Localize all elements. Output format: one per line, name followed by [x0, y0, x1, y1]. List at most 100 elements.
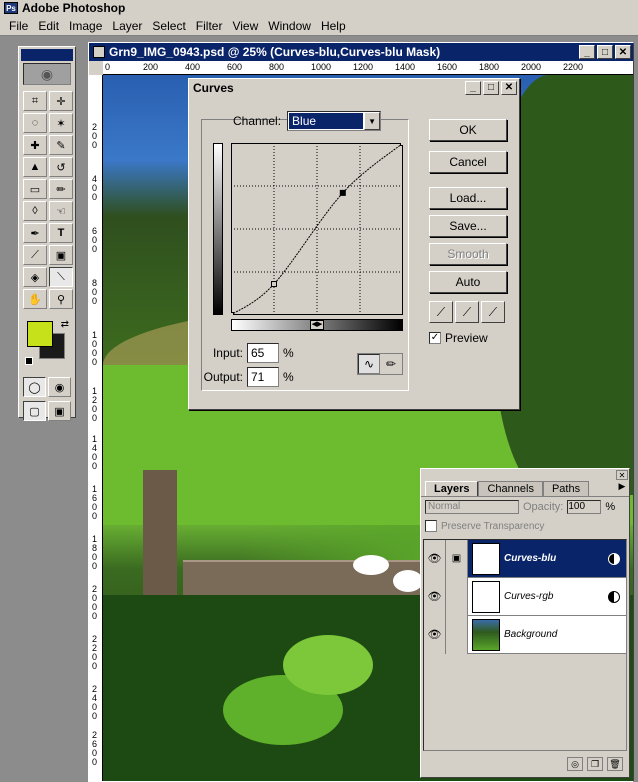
move-icon[interactable]: ✛	[49, 91, 73, 111]
add-mask-icon[interactable]: ◎	[567, 757, 583, 771]
standard-mode-icon[interactable]: ◯	[23, 377, 46, 397]
pen-icon[interactable]: ✒	[23, 223, 47, 243]
history-brush-icon[interactable]: ↺	[49, 157, 73, 177]
layer-row-background[interactable]: 👁 Background	[424, 615, 626, 654]
white-point-eyedropper-icon[interactable]: ⟋	[481, 301, 505, 323]
output-row: Output: 71 %	[201, 367, 294, 387]
type-icon[interactable]: T	[49, 223, 73, 243]
layer-row-curves-blu[interactable]: 👁 ▣ Curves-blu	[424, 539, 626, 578]
eye-logo-icon[interactable]: ◉	[23, 63, 71, 85]
adjustment-layer-icon	[608, 590, 620, 603]
eyedropper-group: ⟋ ⟋ ⟋	[429, 301, 505, 323]
layer-row-curves-rgb[interactable]: 👁 Curves-rgb	[424, 577, 626, 616]
lasso-icon[interactable]: ◌	[23, 113, 47, 133]
eye-icon[interactable]: 👁	[424, 539, 446, 578]
crop-icon[interactable]: ⌗	[23, 91, 47, 111]
preserve-transparency[interactable]: Preserve Transparency	[421, 517, 629, 535]
curve-point-tool-icon[interactable]: ∿	[358, 354, 380, 374]
measure-icon[interactable]: ⟋	[23, 245, 47, 265]
channel-select[interactable]: Blue ▼	[287, 111, 382, 131]
link-icon[interactable]	[446, 577, 468, 616]
magic-wand-icon[interactable]: ✶	[49, 113, 73, 133]
curves-minimize-button[interactable]: _	[465, 80, 481, 95]
input-percent: %	[283, 346, 294, 360]
curve-control-point[interactable]	[339, 189, 346, 196]
zoom-icon[interactable]: ⚲	[49, 289, 73, 309]
smooth-button[interactable]: Smooth	[429, 243, 507, 265]
output-field[interactable]: 71	[247, 367, 279, 387]
new-layer-icon[interactable]: ❐	[587, 757, 603, 771]
close-icon[interactable]: ✕	[616, 470, 628, 480]
menu-help[interactable]: Help	[316, 19, 351, 33]
full-screen-icon[interactable]: ▣	[48, 401, 71, 421]
default-colors-icon[interactable]	[25, 357, 33, 365]
chevron-down-icon[interactable]: ▼	[364, 112, 381, 130]
paint-bucket-icon[interactable]: ◈	[23, 267, 47, 287]
blend-mode-select[interactable]: Normal	[425, 500, 519, 514]
healing-brush-icon[interactable]: ✚	[23, 135, 47, 155]
menu-edit[interactable]: Edit	[33, 19, 64, 33]
eraser-icon[interactable]: ▭	[23, 179, 47, 199]
palette-menu-icon[interactable]: ▶	[615, 481, 629, 496]
menu-filter[interactable]: Filter	[191, 19, 228, 33]
document-title-bar[interactable]: Grn9_IMG_0943.psd @ 25% (Curves-blu,Curv…	[89, 43, 633, 61]
menu-window[interactable]: Window	[263, 19, 316, 33]
horizontal-ruler: 0 200 400 600 800 1000 1200 1400 1600 18…	[103, 61, 633, 75]
save-button[interactable]: Save...	[429, 215, 507, 237]
menu-file[interactable]: File	[4, 19, 33, 33]
menu-layer[interactable]: Layer	[107, 19, 147, 33]
preview-checkbox[interactable]: ✓	[429, 332, 441, 344]
pencil-icon[interactable]: ✏	[49, 179, 73, 199]
preserve-checkbox[interactable]	[425, 520, 437, 532]
menu-select[interactable]: Select	[147, 19, 190, 33]
dodge-icon[interactable]: ☜	[49, 201, 73, 221]
hand-icon[interactable]: ✋	[23, 289, 47, 309]
load-button[interactable]: Load...	[429, 187, 507, 209]
layer-name: Background	[504, 629, 558, 640]
curves-close-button[interactable]: ✕	[501, 80, 517, 95]
curve-control-point[interactable]	[400, 143, 404, 146]
layers-palette-header[interactable]: ✕	[421, 469, 629, 481]
ruler-v-label: 2 4 0 0	[92, 684, 98, 721]
eye-icon[interactable]: 👁	[424, 615, 446, 654]
gradient-toggle-icon[interactable]: ◀▶	[310, 320, 324, 330]
gray-point-eyedropper-icon[interactable]: ⟋	[455, 301, 479, 323]
eye-icon[interactable]: 👁	[424, 577, 446, 616]
swap-colors-icon[interactable]: ⇄	[61, 319, 69, 330]
ok-button[interactable]: OK	[429, 119, 507, 141]
toolbox-title-bar[interactable]	[21, 49, 73, 61]
tab-paths[interactable]: Paths	[542, 481, 590, 496]
curves-title-bar[interactable]: Curves _ □ ✕	[189, 79, 519, 97]
foreground-color-swatch[interactable]	[27, 321, 53, 347]
auto-button[interactable]: Auto	[429, 271, 507, 293]
close-button[interactable]: ✕	[615, 45, 631, 59]
link-icon[interactable]	[446, 615, 468, 654]
preview-option[interactable]: ✓ Preview	[429, 331, 488, 345]
tab-channels[interactable]: Channels	[478, 481, 543, 496]
curves-maximize-button[interactable]: □	[483, 80, 499, 95]
standard-screen-icon[interactable]: ▢	[23, 401, 46, 421]
black-point-eyedropper-icon[interactable]: ⟋	[429, 301, 453, 323]
tab-layers[interactable]: Layers	[425, 481, 479, 496]
minimize-button[interactable]: _	[579, 45, 595, 59]
ruler-h-label: 2000	[521, 62, 542, 72]
ruler-v-label: 2 2 0 0	[92, 634, 98, 671]
curve-graph[interactable]	[231, 143, 403, 315]
notes-icon[interactable]: ▣	[49, 245, 73, 265]
maximize-button[interactable]: □	[597, 45, 613, 59]
trash-icon[interactable]: 🗑	[607, 757, 623, 771]
menu-view[interactable]: View	[227, 19, 263, 33]
brush-icon[interactable]: ✎	[49, 135, 73, 155]
cancel-button[interactable]: Cancel	[429, 151, 507, 173]
menu-image[interactable]: Image	[64, 19, 107, 33]
mask-link-icon[interactable]: ▣	[446, 539, 468, 578]
opacity-field[interactable]: 100	[567, 500, 602, 514]
blur-icon[interactable]: ◊	[23, 201, 47, 221]
quick-mask-icon[interactable]: ◉	[48, 377, 71, 397]
input-field[interactable]: 65	[247, 343, 279, 363]
curve-control-point[interactable]	[271, 281, 277, 288]
pencil-icon[interactable]: ✏	[380, 354, 402, 374]
curve-control-point[interactable]	[231, 312, 234, 316]
clone-stamp-icon[interactable]: ▲	[23, 157, 47, 177]
eyedropper-icon[interactable]: ⟍	[49, 267, 73, 287]
